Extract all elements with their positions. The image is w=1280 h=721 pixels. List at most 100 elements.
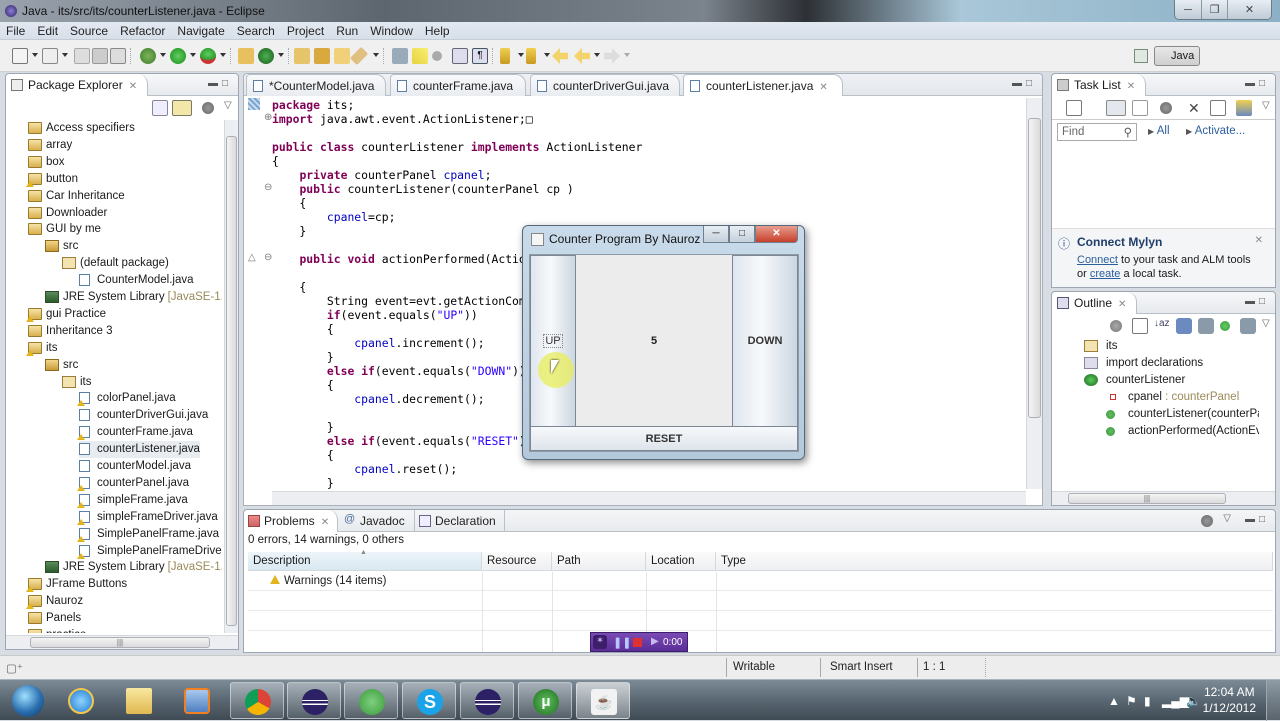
- forward-icon[interactable]: [604, 48, 620, 64]
- connect-link[interactable]: Connect: [1077, 254, 1118, 266]
- menu-project[interactable]: Project: [281, 22, 330, 38]
- dialog-minimize-button[interactable]: ─: [703, 226, 729, 243]
- link-with-editor-icon[interactable]: [172, 100, 192, 116]
- hide-nonpublic-icon[interactable]: [1220, 321, 1230, 331]
- tab-javadoc[interactable]: @ Javadoc: [340, 510, 413, 532]
- next-annotation-icon[interactable]: [500, 48, 510, 64]
- synchronize-icon[interactable]: [1236, 100, 1252, 116]
- view-menu-icon[interactable]: ▽: [1262, 318, 1278, 334]
- system-clock[interactable]: 12:04 AM 1/12/2012: [1203, 684, 1256, 716]
- menu-help[interactable]: Help: [419, 22, 456, 38]
- tree-item[interactable]: CounterModel.java: [79, 272, 194, 289]
- tree-item[interactable]: JRE System Library[JavaSE-1.7]: [45, 559, 222, 576]
- previous-annotation-icon[interactable]: [526, 48, 536, 64]
- restore-button[interactable]: ❐: [1201, 0, 1227, 19]
- package-explorer-vscrollbar[interactable]: [224, 120, 238, 633]
- open-folder-icon[interactable]: [334, 48, 350, 64]
- outline-item[interactable]: import declarations: [1084, 355, 1203, 372]
- focus-icon[interactable]: [1110, 320, 1122, 332]
- column-resource[interactable]: Resource: [482, 552, 552, 571]
- new-java-package-icon[interactable]: [238, 48, 254, 64]
- menu-navigate[interactable]: Navigate: [171, 22, 230, 38]
- outline-item[interactable]: counterListener(counterPanel cp): [1106, 406, 1259, 423]
- tree-item[interactable]: array: [28, 137, 72, 154]
- scheduled-icon[interactable]: [1132, 100, 1148, 116]
- outline-hscrollbar[interactable]: |||: [1052, 491, 1275, 505]
- editor-min-max-buttons[interactable]: ▬□: [1012, 78, 1036, 89]
- tree-item[interactable]: its: [26, 340, 58, 357]
- collapse-all-icon[interactable]: [1132, 318, 1148, 334]
- tab-task-list[interactable]: Task List ✕: [1052, 74, 1147, 96]
- tree-item[interactable]: practice: [28, 627, 86, 633]
- new-wizard-icon[interactable]: [12, 48, 28, 64]
- dialog-close-button[interactable]: ✕: [755, 226, 798, 243]
- task-find-input[interactable]: Find ⚲: [1057, 123, 1137, 141]
- editor-vscrollbar[interactable]: [1026, 98, 1042, 489]
- start-button[interactable]: [2, 682, 56, 719]
- tree-item[interactable]: src: [45, 357, 78, 374]
- action-center-flag-icon[interactable]: ⚑: [1126, 694, 1137, 708]
- search-icon[interactable]: [349, 46, 369, 66]
- column-description[interactable]: Description ▲: [248, 549, 482, 571]
- save-icon[interactable]: [74, 48, 90, 64]
- toggle-breadcrumb-icon[interactable]: [432, 51, 442, 61]
- outline-item[interactable]: cpanel : counterPanel: [1106, 389, 1239, 406]
- tab-package-explorer[interactable]: Package Explorer ✕: [6, 74, 149, 96]
- fast-view-icon[interactable]: ▢⁺: [6, 661, 23, 675]
- column-type[interactable]: Type: [716, 552, 1273, 571]
- highlight-icon[interactable]: [412, 48, 428, 64]
- menu-source[interactable]: Source: [64, 22, 114, 38]
- taskbar-eclipse[interactable]: [287, 682, 341, 719]
- power-icon[interactable]: ▮: [1144, 694, 1151, 708]
- filter-all-link[interactable]: ▶ All: [1148, 125, 1170, 137]
- tree-item[interactable]: simpleFrameDriver.java: [77, 509, 218, 526]
- new-task-icon[interactable]: [1066, 100, 1082, 116]
- taskbar-internet-explorer[interactable]: [54, 682, 108, 719]
- show-desktop-button[interactable]: [1266, 680, 1280, 721]
- debug-icon[interactable]: [140, 48, 156, 64]
- show-whitespace-icon[interactable]: [452, 48, 468, 64]
- tree-item[interactable]: (default package): [62, 255, 169, 272]
- taskbar-media-player[interactable]: [170, 682, 224, 719]
- view-menu-icon[interactable]: ▽: [1223, 513, 1231, 524]
- save-all-icon[interactable]: [92, 48, 108, 64]
- run-icon[interactable]: [170, 48, 186, 64]
- volume-icon[interactable]: 🔈: [1186, 694, 1201, 708]
- tree-item[interactable]: simpleFrame.java: [77, 492, 188, 509]
- taskbar-windows-explorer[interactable]: [112, 682, 166, 719]
- close-tab-icon[interactable]: ✕: [819, 82, 827, 93]
- tree-item[interactable]: SimplePanelFrame.java: [77, 526, 219, 543]
- java-perspective-button[interactable]: Java: [1154, 46, 1200, 66]
- view-min-max-buttons[interactable]: ▬□: [208, 78, 232, 89]
- table-row[interactable]: Warnings (14 items): [248, 572, 1273, 591]
- minimize-button[interactable]: ─: [1175, 0, 1201, 19]
- play-icon[interactable]: ▶: [651, 636, 659, 647]
- tab-problems[interactable]: Problems ✕: [244, 510, 338, 532]
- tree-item[interactable]: colorPanel.java: [77, 390, 176, 407]
- focus-icon[interactable]: [1201, 515, 1213, 527]
- tree-item[interactable]: GUI by me: [28, 221, 101, 238]
- taskbar-eclipse-2[interactable]: [460, 682, 514, 719]
- view-min-max-buttons[interactable]: ▬□: [1245, 78, 1269, 89]
- view-min-max-buttons[interactable]: ▬□: [1245, 514, 1269, 525]
- close-tab-icon[interactable]: ✕: [129, 81, 137, 92]
- toggle-mark-occurrences-icon[interactable]: [392, 48, 408, 64]
- menu-refactor[interactable]: Refactor: [114, 22, 171, 38]
- tree-item[interactable]: counterDriverGui.java: [79, 407, 208, 424]
- show-hidden-icons-button[interactable]: ▲: [1108, 694, 1120, 708]
- hide-static-icon[interactable]: [1198, 318, 1214, 334]
- tab-outline[interactable]: Outline ✕: [1052, 292, 1138, 314]
- focus-icon[interactable]: [1160, 102, 1172, 114]
- back-icon[interactable]: [574, 48, 590, 64]
- taskbar-java-app[interactable]: ☕: [576, 682, 630, 719]
- editor-tab-counterdrivergui[interactable]: counterDriverGui.java: [530, 74, 680, 96]
- collapse-all-icon[interactable]: [152, 100, 168, 116]
- categorized-icon[interactable]: [1106, 100, 1126, 116]
- close-tab-icon[interactable]: ✕: [321, 517, 329, 528]
- menu-window[interactable]: Window: [364, 22, 419, 38]
- tree-item[interactable]: counterListener.java: [79, 441, 200, 459]
- tree-item[interactable]: Car Inheritance: [28, 188, 125, 205]
- tree-item[interactable]: SimplePanelFrameDriver: [77, 543, 222, 560]
- tree-item[interactable]: counterFrame.java: [77, 424, 193, 441]
- taskbar-messenger[interactable]: [344, 682, 398, 719]
